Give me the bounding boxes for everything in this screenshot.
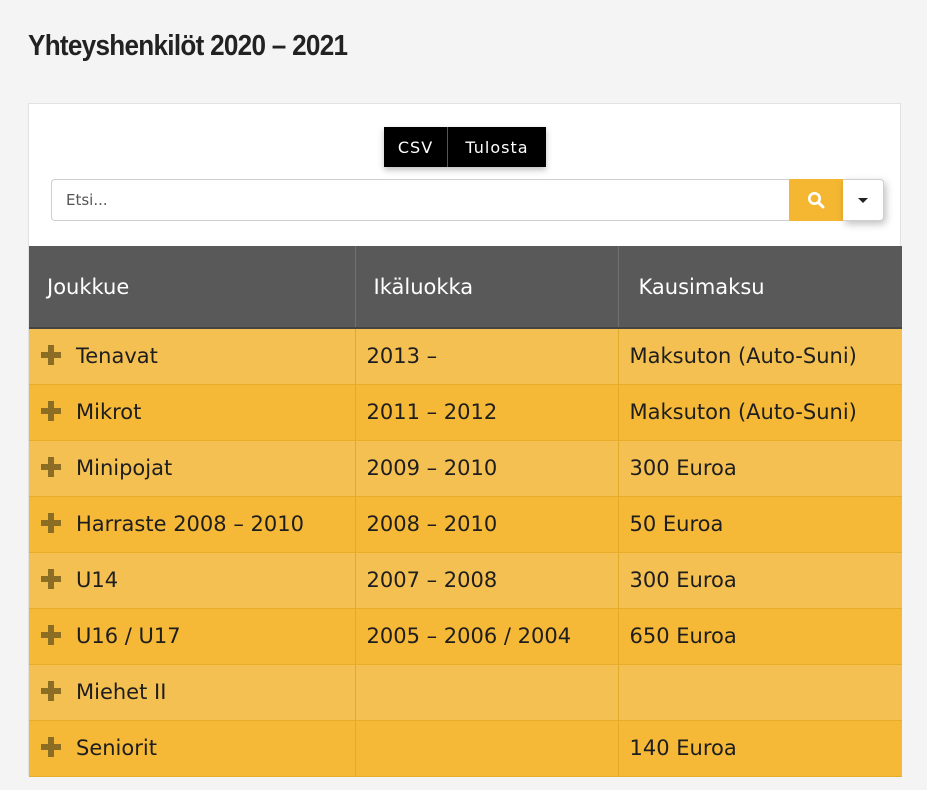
team-name: Harraste 2008 – 2010 (76, 512, 304, 536)
age-group-cell: 2008 – 2010 (355, 496, 619, 553)
table-header-row: Joukkue Ikäluokka Kausimaksu (29, 246, 902, 329)
caret-down-icon (858, 197, 868, 203)
table-row[interactable]: Tenavat 2013 – Maksuton (Auto-Suni) (29, 328, 902, 385)
plus-icon[interactable] (41, 737, 61, 757)
search-bar (51, 179, 884, 221)
export-button-group: CSV Tulosta (384, 127, 546, 167)
season-fee-cell: 300 Euroa (618, 552, 902, 609)
table-panel: CSV Tulosta Joukkue Ikäluokka Kausimaksu (28, 103, 902, 777)
search-options-dropdown[interactable] (843, 179, 884, 221)
team-name: Mikrot (76, 400, 142, 424)
table-row[interactable]: U16 / U17 2005 – 2006 / 2004 650 Euroa (29, 608, 902, 665)
plus-icon[interactable] (41, 625, 61, 645)
table-row[interactable]: Mikrot 2011 – 2012 Maksuton (Auto-Suni) (29, 384, 902, 441)
plus-icon[interactable] (41, 345, 61, 366)
season-fee-cell: 650 Euroa (618, 608, 902, 665)
age-group-cell: 2007 – 2008 (355, 552, 619, 609)
age-group-cell: 2013 – (355, 328, 619, 385)
search-input[interactable] (51, 179, 789, 221)
team-cell: Minipojat (29, 440, 356, 497)
team-cell: Harraste 2008 – 2010 (29, 496, 356, 553)
season-fee-cell: Maksuton (Auto-Suni) (618, 328, 902, 385)
season-fee-cell: 140 Euroa (618, 720, 902, 777)
table-row[interactable]: Harraste 2008 – 2010 2008 – 2010 50 Euro… (29, 496, 902, 553)
csv-export-button[interactable]: CSV (384, 127, 448, 167)
age-group-cell: 2005 – 2006 / 2004 (355, 608, 619, 665)
team-cell: Mikrot (29, 384, 356, 441)
table-row[interactable]: Minipojat 2009 – 2010 300 Euroa (29, 440, 902, 497)
column-header-ikaluokka[interactable]: Ikäluokka (355, 246, 619, 329)
contacts-table: Joukkue Ikäluokka Kausimaksu Tenavat 201… (29, 246, 902, 777)
age-group-cell (355, 720, 619, 777)
age-group-cell (355, 664, 619, 721)
team-name: Tenavat (76, 344, 158, 369)
search-button[interactable] (789, 179, 843, 221)
table-row[interactable]: Miehet II (29, 664, 902, 721)
page-title: Yhteyshenkilöt 2020 – 2021 (28, 30, 348, 62)
team-cell: U16 / U17 (29, 608, 356, 665)
plus-icon[interactable] (41, 401, 61, 421)
team-name: Miehet II (76, 680, 167, 704)
team-name: Seniorit (76, 736, 157, 760)
table-row[interactable]: U14 2007 – 2008 300 Euroa (29, 552, 902, 609)
age-group-cell: 2011 – 2012 (355, 384, 619, 441)
team-name: U16 / U17 (76, 624, 181, 648)
plus-icon[interactable] (41, 457, 61, 477)
season-fee-cell: 50 Euroa (618, 496, 902, 553)
age-group-cell: 2009 – 2010 (355, 440, 619, 497)
team-cell: Tenavat (29, 328, 356, 385)
plus-icon[interactable] (41, 513, 61, 533)
season-fee-cell: 300 Euroa (618, 440, 902, 497)
plus-icon[interactable] (41, 681, 61, 701)
table-row[interactable]: Seniorit 140 Euroa (29, 720, 902, 777)
print-button[interactable]: Tulosta (448, 127, 546, 167)
plus-icon[interactable] (41, 569, 61, 589)
team-cell: Seniorit (29, 720, 356, 777)
team-name: Minipojat (76, 456, 173, 480)
team-name: U14 (76, 568, 119, 592)
team-cell: Miehet II (29, 664, 356, 721)
team-cell: U14 (29, 552, 356, 609)
season-fee-cell: Maksuton (Auto-Suni) (618, 384, 902, 441)
season-fee-cell (618, 664, 902, 721)
column-header-kausimaksu[interactable]: Kausimaksu (618, 246, 902, 329)
column-header-joukkue[interactable]: Joukkue (29, 246, 356, 329)
search-icon (808, 192, 825, 209)
